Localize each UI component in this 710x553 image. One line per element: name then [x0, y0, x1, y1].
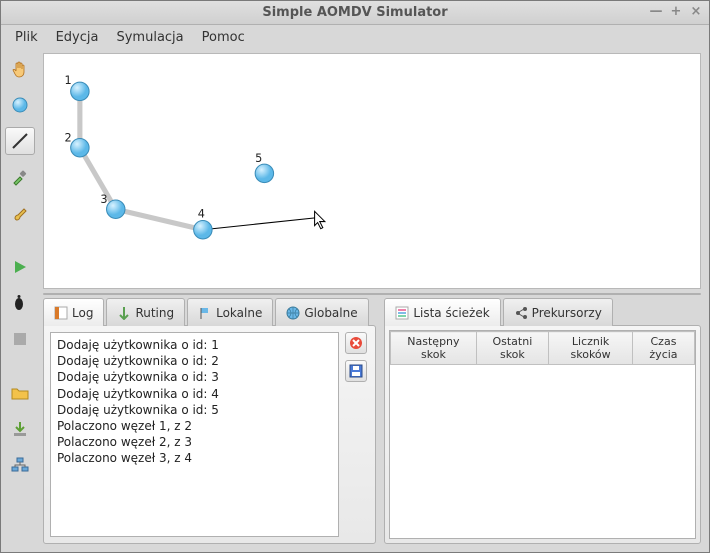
node-4-label: 4 [198, 207, 205, 220]
tab-log-label: Log [72, 306, 93, 320]
tab-global[interactable]: Globalne [275, 298, 368, 326]
tool-download[interactable] [5, 415, 35, 443]
tool-brush[interactable] [5, 199, 35, 227]
col-hop-count[interactable]: Licznik skoków [549, 332, 633, 365]
log-textarea[interactable]: Dodaję użytkownika o id: 1Dodaję użytkow… [50, 332, 339, 537]
delete-icon [349, 336, 363, 350]
app-window: Simple AOMDV Simulator — + × Plik Edycja… [0, 0, 710, 553]
menu-edit[interactable]: Edycja [56, 30, 99, 45]
folder-icon [11, 385, 29, 401]
log-line: Dodaję użytkownika o id: 4 [57, 386, 332, 402]
footprint-icon [12, 294, 28, 312]
hand-icon [10, 59, 30, 79]
node-2-label: 2 [65, 132, 72, 145]
toolbar [1, 49, 39, 552]
eyedropper-icon [11, 168, 29, 186]
log-line: Dodaję użytkownika o id: 3 [57, 369, 332, 385]
tool-edge[interactable] [5, 127, 35, 155]
node-5-label: 5 [255, 152, 262, 165]
flag-icon [198, 306, 212, 320]
cursor-icon [315, 211, 325, 228]
menu-simulation[interactable]: Symulacja [116, 30, 183, 45]
save-icon [349, 364, 363, 378]
brush-icon [11, 204, 29, 222]
log-line: Dodaję użytkownika o id: 5 [57, 402, 332, 418]
routing-icon [117, 306, 131, 320]
col-last-hop[interactable]: Ostatni skok [476, 332, 549, 365]
log-line: Polaczono węzeł 3, z 4 [57, 450, 332, 466]
col-ttl[interactable]: Czas życia [632, 332, 694, 365]
close-button[interactable]: × [689, 4, 703, 18]
path-table[interactable]: Następny skok Ostatni skok Licznik skokó… [389, 330, 696, 539]
play-icon [12, 259, 28, 275]
tab-paths[interactable]: Lista ścieżek [384, 298, 500, 326]
titlebar: Simple AOMDV Simulator — + × [1, 1, 709, 25]
tab-precursors[interactable]: Prekursorzy [503, 298, 613, 326]
globe-icon [286, 306, 300, 320]
col-next-hop[interactable]: Następny skok [391, 332, 476, 365]
stop-icon [13, 332, 27, 346]
window-title: Simple AOMDV Simulator [262, 5, 447, 20]
tool-node[interactable] [5, 91, 35, 119]
save-log-button[interactable] [345, 360, 367, 382]
log-icon [54, 306, 68, 320]
tab-precursors-label: Prekursorzy [532, 306, 602, 320]
log-line: Polaczono węzeł 2, z 3 [57, 434, 332, 450]
left-panel: Log Ruting Lokalne Globalne [43, 297, 376, 544]
network-icon [11, 457, 29, 473]
tool-network[interactable] [5, 451, 35, 479]
download-icon [12, 421, 28, 437]
tool-open[interactable] [5, 379, 35, 407]
tool-stop[interactable] [5, 325, 35, 353]
log-line: Dodaję użytkownika o id: 1 [57, 337, 332, 353]
right-panel: Lista ścieżek Prekursorzy Następny skok [384, 297, 701, 544]
tab-log[interactable]: Log [43, 298, 104, 326]
graph-svg: 1 2 3 4 5 [44, 54, 700, 288]
minimize-button[interactable]: — [649, 4, 663, 18]
tool-play[interactable] [5, 253, 35, 281]
tab-paths-label: Lista ścieżek [413, 306, 489, 320]
canvas[interactable]: 1 2 3 4 5 [43, 53, 701, 289]
node-3-label: 3 [100, 193, 107, 206]
node-icon [11, 96, 29, 114]
tab-global-label: Globalne [304, 306, 357, 320]
log-line: Polaczono węzeł 1, z 2 [57, 418, 332, 434]
canvas-hscrollbar[interactable] [43, 293, 701, 295]
menu-help[interactable]: Pomoc [202, 30, 245, 45]
tab-routing[interactable]: Ruting [106, 298, 185, 326]
list-icon [395, 306, 409, 320]
tab-local-label: Lokalne [216, 306, 262, 320]
log-line: Dodaję użytkownika o id: 2 [57, 353, 332, 369]
tool-hand[interactable] [5, 55, 35, 83]
node-1-label: 1 [65, 74, 72, 87]
tool-step[interactable] [5, 289, 35, 317]
tab-local[interactable]: Lokalne [187, 298, 273, 326]
clear-log-button[interactable] [345, 332, 367, 354]
line-icon [10, 131, 30, 151]
share-icon [514, 306, 528, 320]
maximize-button[interactable]: + [669, 4, 683, 18]
tool-eyedropper[interactable] [5, 163, 35, 191]
tab-routing-label: Ruting [135, 306, 174, 320]
menu-file[interactable]: Plik [15, 30, 38, 45]
menubar: Plik Edycja Symulacja Pomoc [1, 25, 709, 49]
